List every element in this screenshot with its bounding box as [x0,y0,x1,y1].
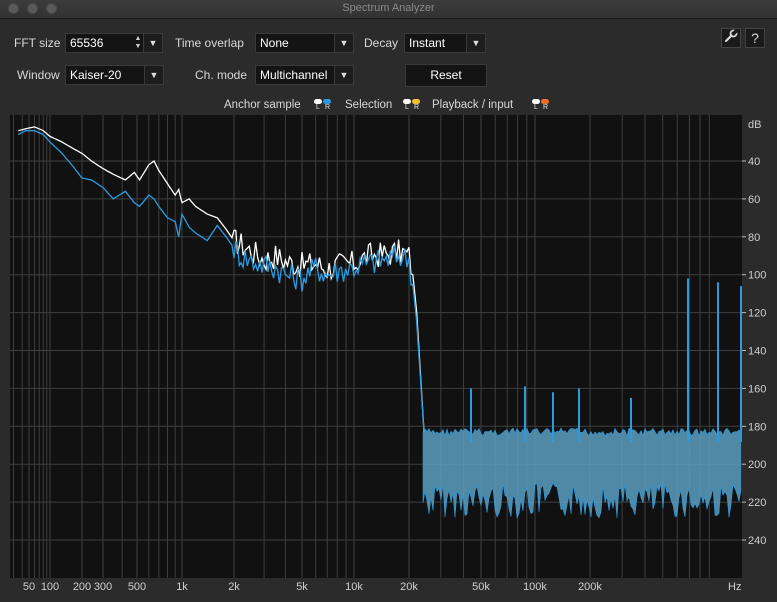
x-tick-label: 200k [578,581,602,593]
x-tick-label: 100k [523,581,547,593]
y-tick-label: 80 [748,232,760,244]
y-tick-label: 200 [748,459,766,471]
x-tick-label: 2k [228,581,240,593]
plot-area[interactable] [10,115,742,578]
x-axis-ticks: 50 100 200 300 500 1k 2k 5k 10k 20k 50k 100k 200k [23,581,603,593]
x-tick-label: 500 [128,581,146,593]
y-tick-label: 220 [748,497,766,509]
x-tick-label: 50 [23,581,35,593]
x-unit-label: Hz [728,581,741,593]
y-tick-label: 100 [748,270,766,282]
y-tick-label: 120 [748,308,766,320]
y-tick-label: 240 [748,535,766,547]
x-tick-label: 20k [400,581,418,593]
y-tick-label: 60 [748,194,760,206]
x-tick-label: 10k [345,581,363,593]
y-tick-label: 40 [748,156,760,168]
x-tick-label: 1k [176,581,188,593]
spectrum-chart[interactable]: 406080100120140160180200220240 50 100 200 3… [0,0,777,602]
x-tick-label: 50k [472,581,490,593]
x-tick-label: 5k [296,581,308,593]
y-tick-label: 160 [748,383,766,395]
y-unit-label: dB [748,119,761,131]
y-tick-label: 180 [748,421,766,433]
y-tick-label: 140 [748,346,766,358]
x-tick-label: 200 [73,581,91,593]
x-tick-label: 300 [94,581,112,593]
x-tick-label: 100 [41,581,59,593]
